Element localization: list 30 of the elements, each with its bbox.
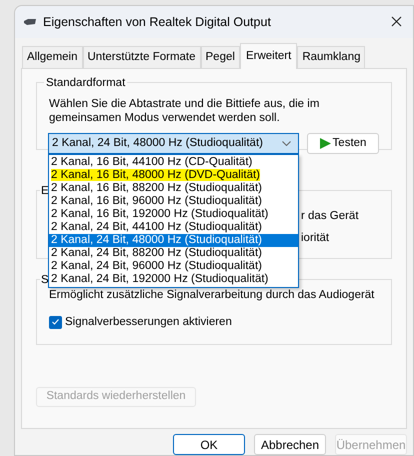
window-title: Eigenschaften von Realtek Digital Output: [43, 14, 271, 31]
close-icon[interactable]: [391, 16, 402, 28]
tab[interactable]: Unterstützte Formate: [82, 46, 201, 68]
option-text: r das Gerät: [301, 208, 359, 223]
speaker-icon: [23, 18, 37, 26]
checkbox[interactable]: [49, 316, 62, 329]
dropdown-option[interactable]: 2 Kanal, 24 Bit, 48000 Hz (Studioqualität): [49, 234, 298, 247]
dropdown-option[interactable]: 2 Kanal, 24 Bit, 88200 Hz (Studioqualität): [49, 246, 298, 260]
dropdown-option[interactable]: 2 Kanal, 24 Bit, 96000 Hz (Studioqualität): [49, 260, 298, 273]
dialog-button[interactable]: OK: [173, 434, 245, 455]
format-description: Wählen Sie die Abtastrate und die Bittiefe aus, die im gemeinsamen Modus verwendet werden soll.: [49, 96, 320, 125]
enhancement-description: Ermöglicht zusätzliche Signalverarbeitung durch das Audiogerät: [49, 288, 374, 302]
dialog-button[interactable]: Abbrechen: [254, 434, 326, 455]
dropdown-option[interactable]: 2 Kanal, 16 Bit, 192000 Hz (Studioqualität): [49, 208, 298, 221]
tab[interactable]: Pegel: [200, 46, 240, 68]
checkbox-label: Signalverbesserungen aktivieren: [65, 314, 232, 330]
format-dropdown[interactable]: 2 Kanal, 24 Bit, 48000 Hz (Studioqualität): [48, 132, 299, 154]
test-button[interactable]: Testen: [307, 132, 379, 154]
play-icon: [320, 138, 331, 149]
dropdown-option[interactable]: 2 Kanal, 24 Bit, 44100 Hz (Studioqualität): [49, 220, 298, 234]
tab[interactable]: Erweitert: [240, 42, 298, 69]
chevron-icon: [282, 140, 291, 146]
tab[interactable]: Allgemein: [22, 46, 82, 68]
dropdown-option[interactable]: 2 Kanal, 16 Bit, 88200 Hz (Studioqualität): [49, 182, 298, 195]
check-icon: [52, 319, 59, 326]
dropdown-option[interactable]: 2 Kanal, 16 Bit, 44100 Hz (CD-Qualität): [49, 156, 298, 169]
option-text: iorität: [301, 230, 330, 245]
dropdown-option[interactable]: 2 Kanal, 24 Bit, 192000 Hz (Studioqualität): [49, 272, 298, 286]
dropdown-option[interactable]: 2 Kanal, 16 Bit, 96000 Hz (Studioqualität): [49, 194, 298, 208]
tab[interactable]: Raumklang: [297, 46, 366, 68]
